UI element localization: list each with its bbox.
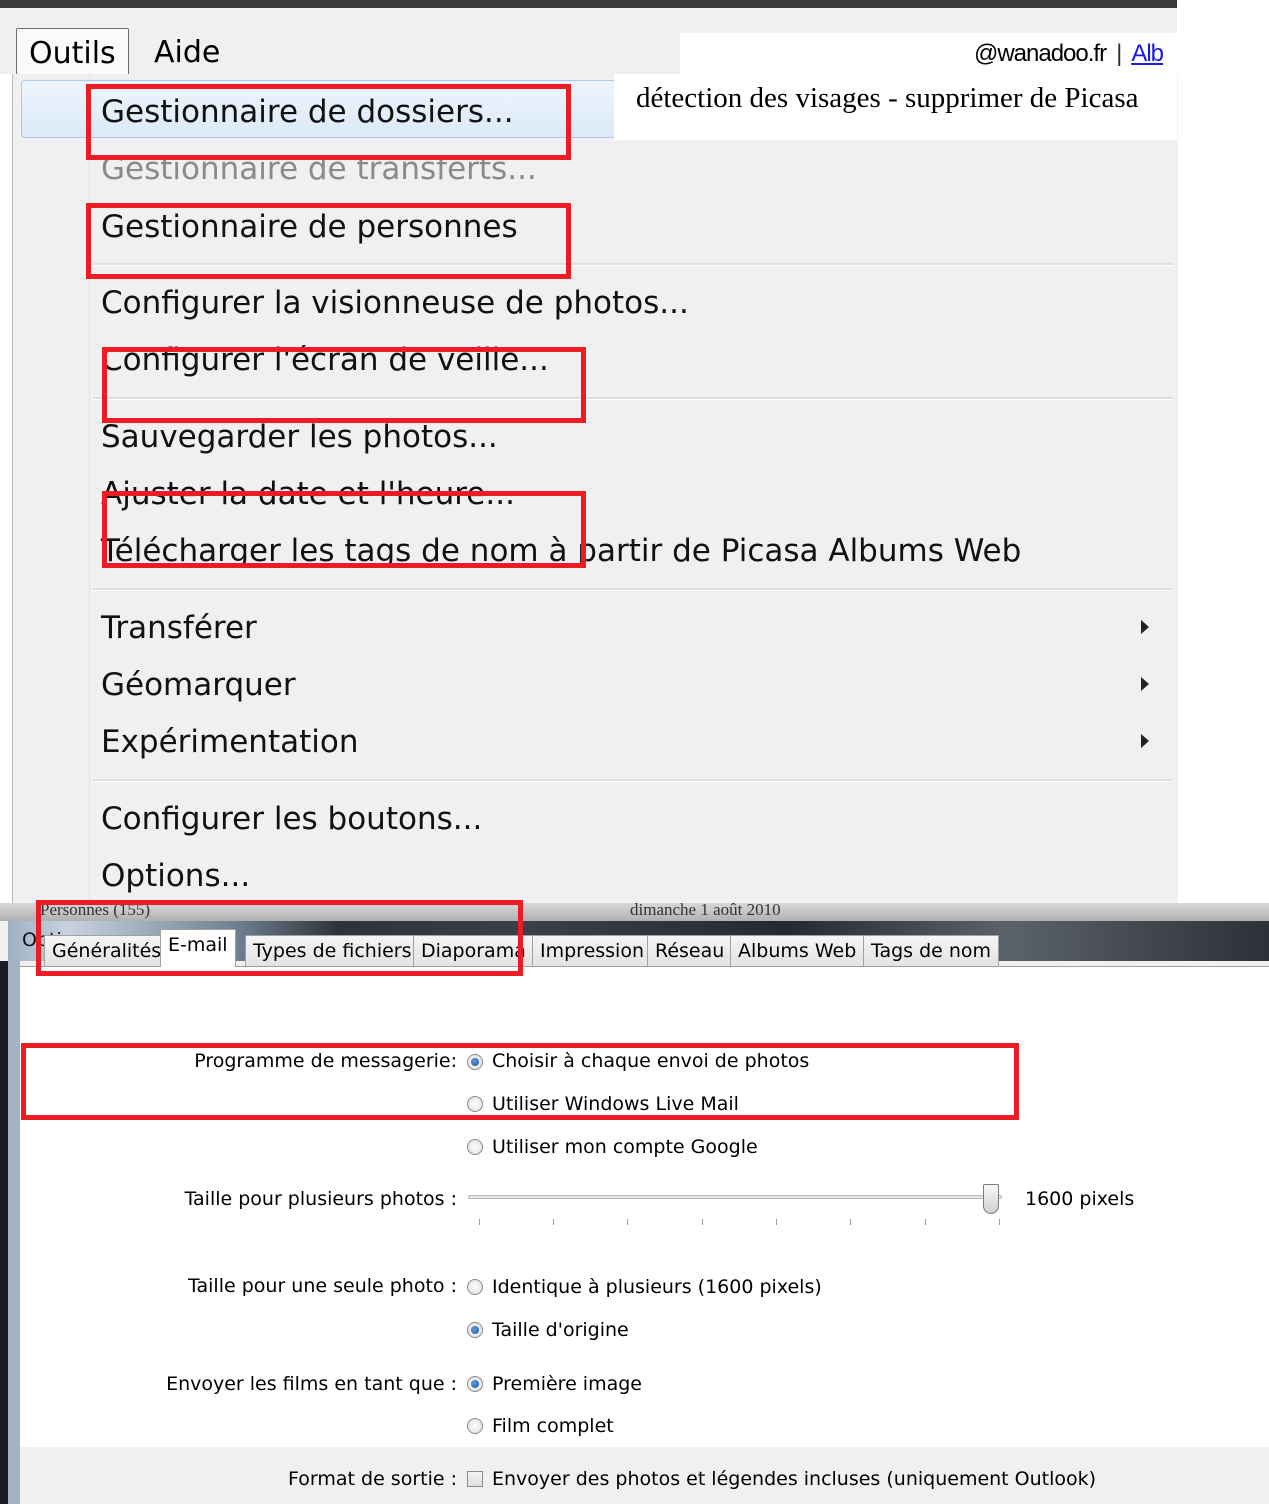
- option-google-account[interactable]: Utiliser mon compte Google: [492, 1134, 758, 1160]
- slider-tick: [999, 1219, 1000, 1225]
- submenu-arrow-icon: [1141, 677, 1149, 691]
- menu-item-options[interactable]: Options...: [101, 854, 250, 898]
- account-info: @wanadoo.fr | Alb: [973, 33, 1164, 75]
- slider-tick: [702, 1219, 703, 1225]
- multi-photo-size-value: 1600 pixels: [1025, 1188, 1135, 1210]
- submenu-arrow-icon: [1141, 734, 1149, 748]
- account-separator: |: [1116, 40, 1122, 67]
- menu-item-configure-viewer[interactable]: Configurer la visionneuse de photos...: [101, 281, 689, 325]
- slider-tick: [479, 1219, 480, 1225]
- slider-tick: [925, 1219, 926, 1225]
- submenu-arrow-icon: [1141, 620, 1149, 634]
- single-photo-size-label: Taille pour une seule photo :: [188, 1275, 457, 1297]
- tab-name-tags[interactable]: Tags de nom: [863, 935, 1000, 966]
- tab-network[interactable]: Réseau: [647, 935, 733, 966]
- slider-tick: [776, 1219, 777, 1225]
- red-highlight-people-manager: [86, 203, 571, 279]
- slider-tick: [850, 1219, 851, 1225]
- option-full-movie[interactable]: Film complet: [492, 1413, 614, 1439]
- menu-item-configure-buttons[interactable]: Configurer les boutons...: [101, 797, 482, 841]
- tab-web-albums[interactable]: Albums Web: [730, 935, 865, 966]
- menu-item-geotag[interactable]: Géomarquer: [101, 663, 296, 707]
- window-top-edge: [0, 0, 1177, 8]
- outlook-captions-checkbox[interactable]: [467, 1471, 483, 1487]
- slider-tick: [553, 1219, 554, 1225]
- menu-aide[interactable]: Aide: [142, 28, 232, 78]
- menu-outils[interactable]: Outils: [16, 28, 129, 80]
- annotation-note: détection des visages - supprimer de Pic…: [614, 74, 1177, 140]
- red-highlight-email-program: [21, 1043, 1019, 1120]
- account-bar: @wanadoo.fr | Alb: [680, 33, 1177, 75]
- menu-icon-gutter: [13, 74, 90, 908]
- tab-print[interactable]: Impression: [532, 935, 652, 966]
- tab-email[interactable]: E-mail: [160, 929, 236, 967]
- menu-separator: [93, 588, 1173, 591]
- menu-item-transfer[interactable]: Transférer: [101, 606, 257, 650]
- dialog-frame-border: [0, 961, 20, 1504]
- output-format-label: Format de sortie :: [288, 1468, 457, 1490]
- red-highlight-options-title: [36, 900, 523, 976]
- menu-item-experimental[interactable]: Expérimentation: [101, 720, 359, 764]
- red-highlight-folder-manager: [86, 84, 571, 160]
- annotation-text: détection des visages - supprimer de Pic…: [636, 82, 1139, 114]
- radio-same-as-multiple[interactable]: [467, 1279, 483, 1295]
- radio-full-movie[interactable]: [467, 1418, 483, 1434]
- slider-tick: [627, 1219, 628, 1225]
- send-movies-label: Envoyer les films en tant que :: [166, 1373, 457, 1395]
- outlook-captions-checkbox-label[interactable]: Envoyer des photos et légendes incluses …: [492, 1466, 1096, 1492]
- account-email: @wanadoo.fr: [973, 40, 1107, 67]
- radio-first-frame[interactable]: [467, 1376, 483, 1392]
- red-highlight-screensaver: [102, 347, 586, 423]
- radio-original-size[interactable]: [467, 1322, 483, 1338]
- albums-link[interactable]: Alb: [1131, 40, 1164, 67]
- size-slider-track[interactable]: [468, 1195, 1002, 1199]
- option-same-as-multiple[interactable]: Identique à plusieurs (1600 pixels): [492, 1274, 822, 1300]
- option-first-frame[interactable]: Première image: [492, 1371, 642, 1397]
- album-date-text: dimanche 1 août 2010: [630, 900, 781, 919]
- menu-separator: [93, 779, 1173, 782]
- size-slider-thumb[interactable]: [983, 1184, 999, 1214]
- radio-google-account[interactable]: [467, 1139, 483, 1155]
- option-original-size[interactable]: Taille d'origine: [492, 1317, 629, 1343]
- red-highlight-name-tags: [102, 491, 586, 568]
- multi-photo-size-label: Taille pour plusieurs photos :: [184, 1188, 457, 1210]
